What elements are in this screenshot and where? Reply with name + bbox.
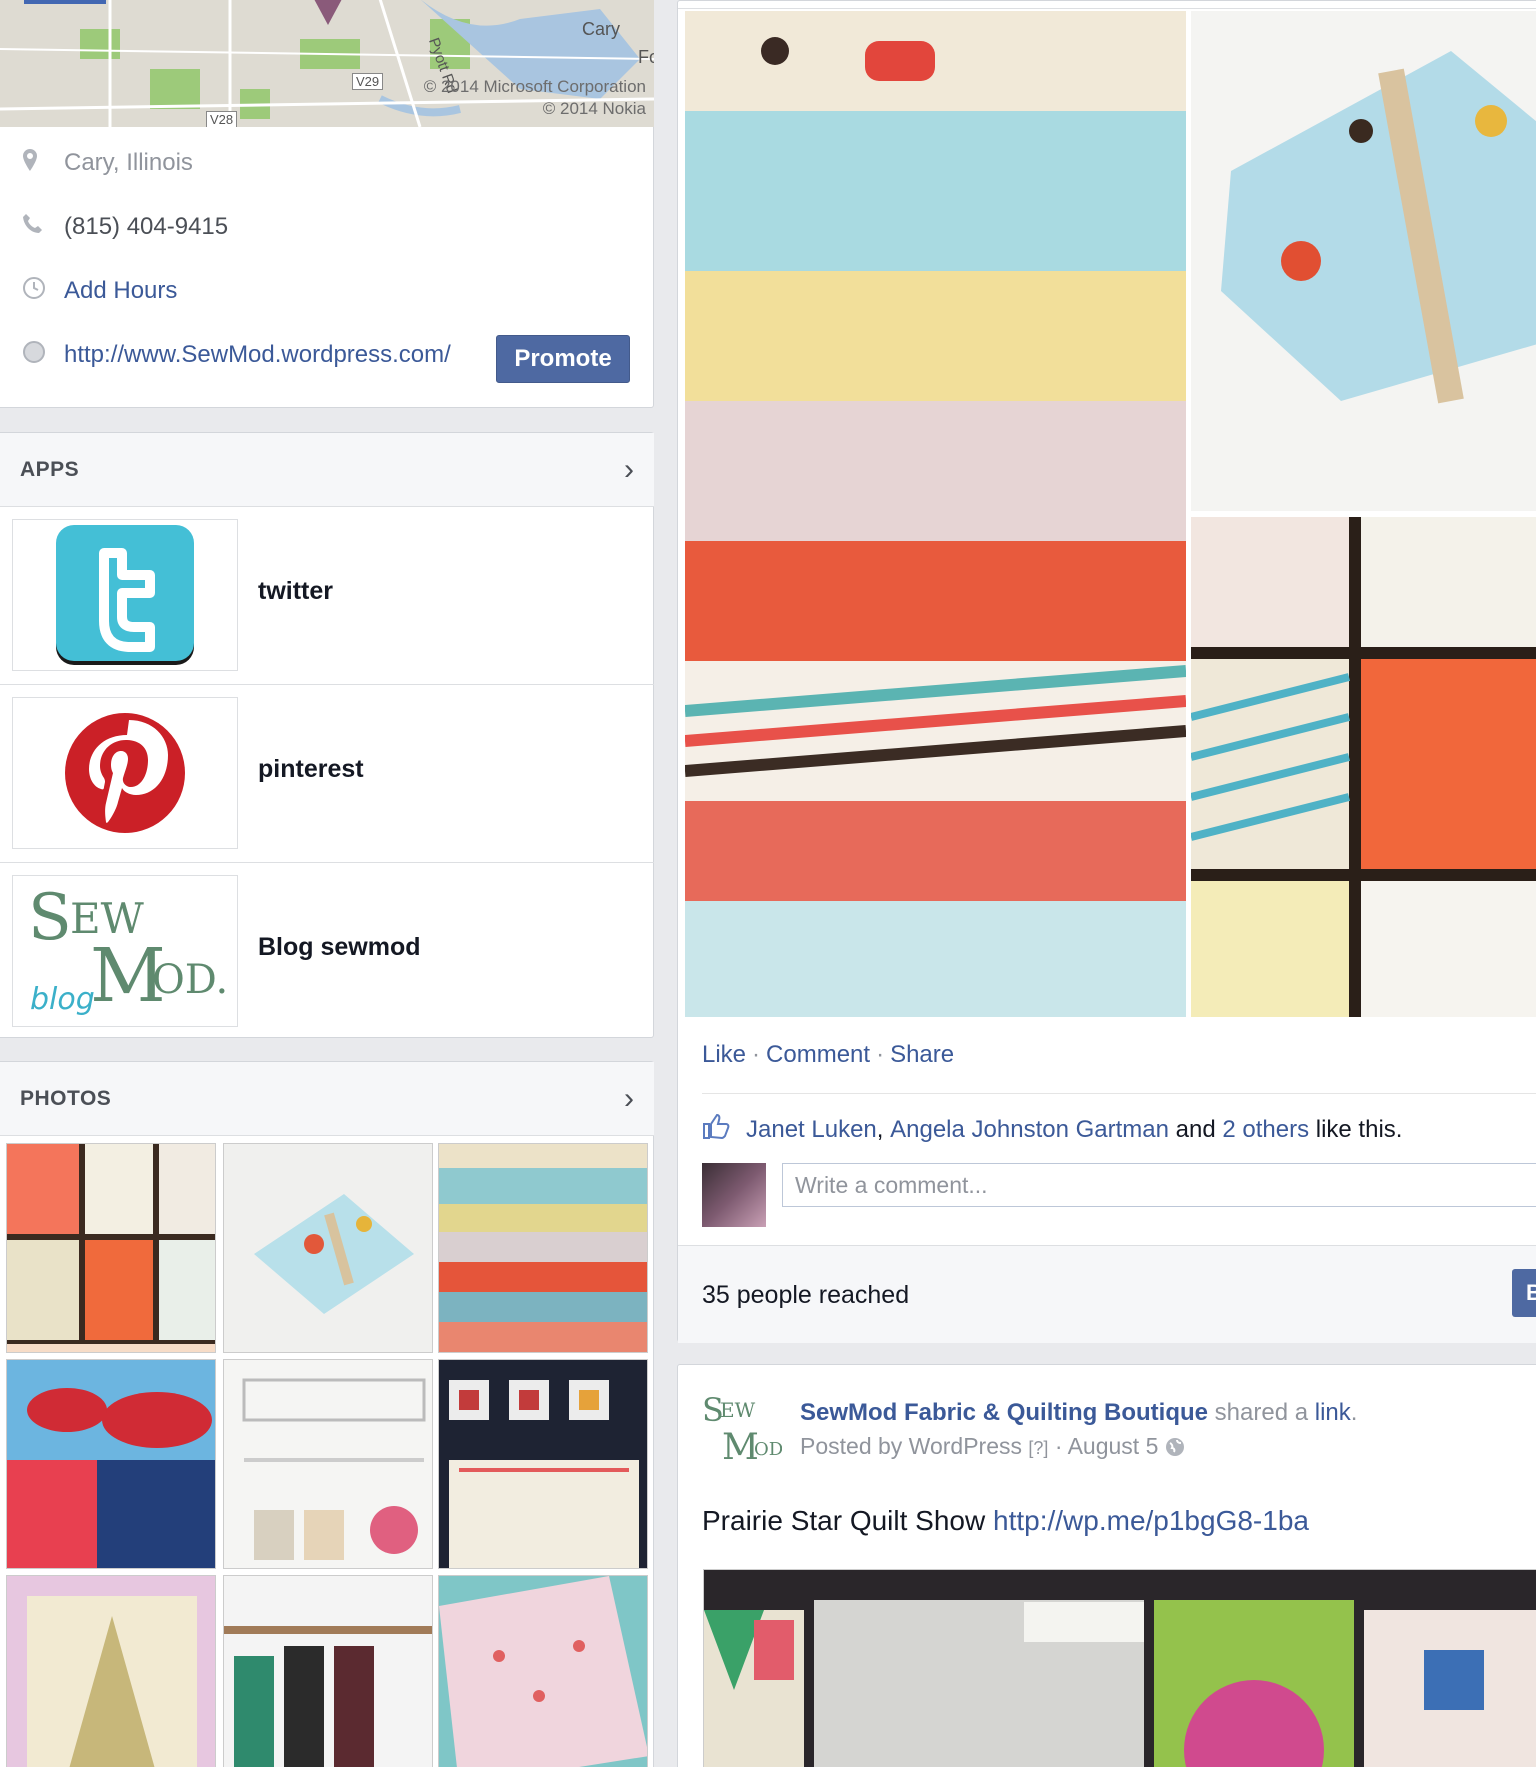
pinterest-icon[interactable] [12, 697, 238, 849]
location-row: Cary, Illinois [0, 143, 654, 183]
map-attribution-2: © 2014 Nokia [542, 99, 646, 118]
chevron-right-icon[interactable]: › [624, 1082, 634, 1116]
apps-title: APPS [20, 457, 80, 481]
liker-name-link-2[interactable]: Angela Johnston Gartman [890, 1116, 1169, 1144]
post-photo-charm-pack[interactable] [1191, 11, 1536, 511]
twitter-icon[interactable] [12, 519, 238, 671]
post-card: Like · Comment · Share Janet Luken, Angela J… [677, 0, 1536, 1343]
post-header: SewMod Fabric & Quilting Boutique shared… [800, 1399, 1358, 1426]
globe-icon [22, 340, 62, 370]
promote-button[interactable]: Promote [496, 335, 630, 383]
reach-count: 35 people reached [702, 1281, 910, 1309]
map-marker-icon [22, 149, 62, 177]
chevron-right-icon[interactable]: › [624, 453, 634, 487]
photo-thumbnail[interactable] [6, 1575, 216, 1767]
boost-post-button[interactable]: B [1512, 1269, 1536, 1317]
page-avatar[interactable]: S EW M OD [702, 1385, 783, 1468]
hours-row: Add Hours [0, 271, 654, 311]
apps-card: APPS › twitter pinterest S EW M OD. blog… [0, 432, 654, 1038]
photos-card: PHOTOS › [0, 1061, 654, 1767]
map-tab-marker [24, 0, 106, 4]
phone-row: (815) 404-9415 [0, 207, 654, 247]
liker-name-link[interactable]: Janet Luken [746, 1116, 877, 1144]
photo-thumbnail[interactable] [223, 1359, 433, 1569]
svg-text:S: S [28, 881, 72, 955]
app-label[interactable]: Blog sewmod [258, 933, 421, 962]
page-name-link[interactable]: SewMod Fabric & Quilting Boutique [800, 1399, 1208, 1426]
photo-thumbnail[interactable] [438, 1359, 648, 1569]
like-button[interactable]: Like [702, 1041, 746, 1068]
map-pin-icon [314, 0, 342, 25]
about-card: Cary Fo Pyott Rd V29 V28 © 2014 Microsof… [0, 0, 654, 408]
photo-thumbnail[interactable] [6, 1143, 216, 1353]
map-place-label-2: Fo [638, 47, 654, 67]
map-place-label: Cary [582, 19, 621, 39]
sewmod-blog-logo[interactable]: S EW M OD. blog [12, 875, 238, 1027]
svg-text:OD: OD [754, 1439, 782, 1460]
post-top-border [678, 1, 1536, 9]
post-photo-quilt-show[interactable] [703, 1569, 1536, 1767]
phone-text: (815) 404-9415 [64, 213, 229, 240]
photos-title: PHOTOS [20, 1086, 112, 1110]
phone-icon [22, 213, 62, 241]
like-this-text: like this. [1315, 1115, 1403, 1143]
website-link[interactable]: http://www.SewMod.wordpress.com/ [64, 341, 451, 369]
post-url-link[interactable]: http://wp.me/p1bgG8-1ba [993, 1505, 1309, 1536]
app-item-twitter[interactable]: twitter [0, 507, 654, 685]
post-photo-fabric-stack[interactable] [685, 11, 1186, 1017]
map-attribution: © 2014 Microsoft Corporation [423, 77, 646, 96]
avatar[interactable] [702, 1163, 766, 1227]
photo-thumbnail[interactable] [223, 1575, 433, 1767]
comment-composer [702, 1163, 1536, 1227]
post-text: Prairie Star Quilt Show http://wp.me/p1b… [702, 1505, 1309, 1537]
app-label[interactable]: pinterest [258, 755, 364, 784]
post-photo-quilt-blocks[interactable] [1191, 517, 1536, 1017]
map-route-label: V29 [352, 73, 384, 90]
comment-button[interactable]: Comment [766, 1041, 870, 1068]
map-route-label-2: V28 [206, 111, 238, 127]
svg-text:blog: blog [30, 982, 95, 1017]
clock-icon [22, 276, 62, 306]
help-link[interactable]: [?] [1028, 1438, 1048, 1458]
posted-by-text: Posted by WordPress [800, 1433, 1023, 1459]
post-actions: Like · Comment · Share [702, 1041, 955, 1068]
photo-thumbnail[interactable] [438, 1575, 648, 1767]
likes-summary: Janet Luken, Angela Johnston Gartman and… [702, 1113, 1402, 1146]
add-hours-link[interactable]: Add Hours [64, 277, 177, 305]
shared-link[interactable]: link [1315, 1399, 1351, 1426]
comment-input[interactable] [782, 1163, 1536, 1207]
post-card-2: S EW M OD SewMod Fabric & Quilting Bouti… [677, 1364, 1536, 1767]
location-text: Cary, Illinois [64, 149, 193, 176]
share-button[interactable]: Share [890, 1041, 954, 1068]
post-message: Prairie Star Quilt Show [702, 1505, 986, 1536]
post-meta: Posted by WordPress [?] · August 5 [800, 1433, 1185, 1460]
svg-text:OD.: OD. [152, 957, 228, 1003]
apps-header[interactable]: APPS › [0, 433, 654, 507]
globe-icon [1165, 1433, 1185, 1459]
and-text: and [1175, 1115, 1216, 1143]
left-column: Cary Fo Pyott Rd V29 V28 © 2014 Microsof… [0, 0, 655, 1767]
divider [702, 1093, 1536, 1094]
photo-thumbnail[interactable] [438, 1143, 648, 1353]
thumbs-up-icon [702, 1113, 730, 1146]
shared-text: shared a [1214, 1399, 1309, 1426]
app-item-pinterest[interactable]: pinterest [0, 685, 654, 863]
photos-header[interactable]: PHOTOS › [0, 1062, 654, 1136]
post-date[interactable]: August 5 [1068, 1433, 1159, 1459]
others-link[interactable]: 2 others [1222, 1116, 1309, 1144]
location-map[interactable]: Cary Fo Pyott Rd V29 V28 © 2014 Microsof… [0, 0, 654, 127]
app-label[interactable]: twitter [258, 577, 333, 606]
photo-thumbnail[interactable] [6, 1359, 216, 1569]
svg-text:EW: EW [720, 1398, 756, 1422]
app-item-blog[interactable]: S EW M OD. blog Blog sewmod [0, 863, 654, 1041]
photo-thumbnail[interactable] [223, 1143, 433, 1353]
